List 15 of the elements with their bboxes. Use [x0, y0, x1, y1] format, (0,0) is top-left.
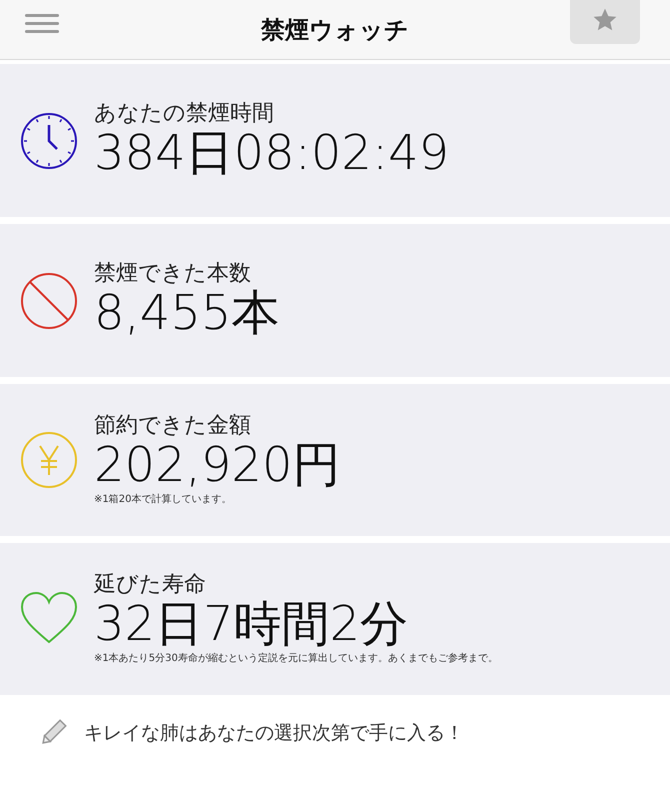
footnote: ※1本あたり5分30寿命が縮むという定説を元に算出しています。あくまでもご参考まで。	[94, 652, 498, 666]
menu-icon	[25, 12, 59, 35]
stat-value: 32日7時間2分	[94, 598, 410, 652]
footnote: ※1箱20本で計算しています。	[94, 492, 232, 508]
star-icon	[592, 7, 618, 33]
stat-value: 384日08:02:49	[94, 127, 450, 180]
stat-label: あなたの禁煙時間	[94, 100, 275, 128]
stat-value: 202,920円	[94, 439, 340, 492]
stat-value: 8,455本	[94, 287, 280, 340]
footer-message: キレイな肺はあなたの選択次第で手に入る！	[84, 720, 464, 746]
favorite-button[interactable]	[570, 0, 640, 44]
stat-label: 延びた寿命	[94, 572, 207, 598]
stat-label: 節約できた金額	[94, 412, 252, 440]
app-title: 禁煙ウォッチ	[261, 14, 409, 46]
stat-label: 禁煙できた本数	[94, 260, 252, 288]
